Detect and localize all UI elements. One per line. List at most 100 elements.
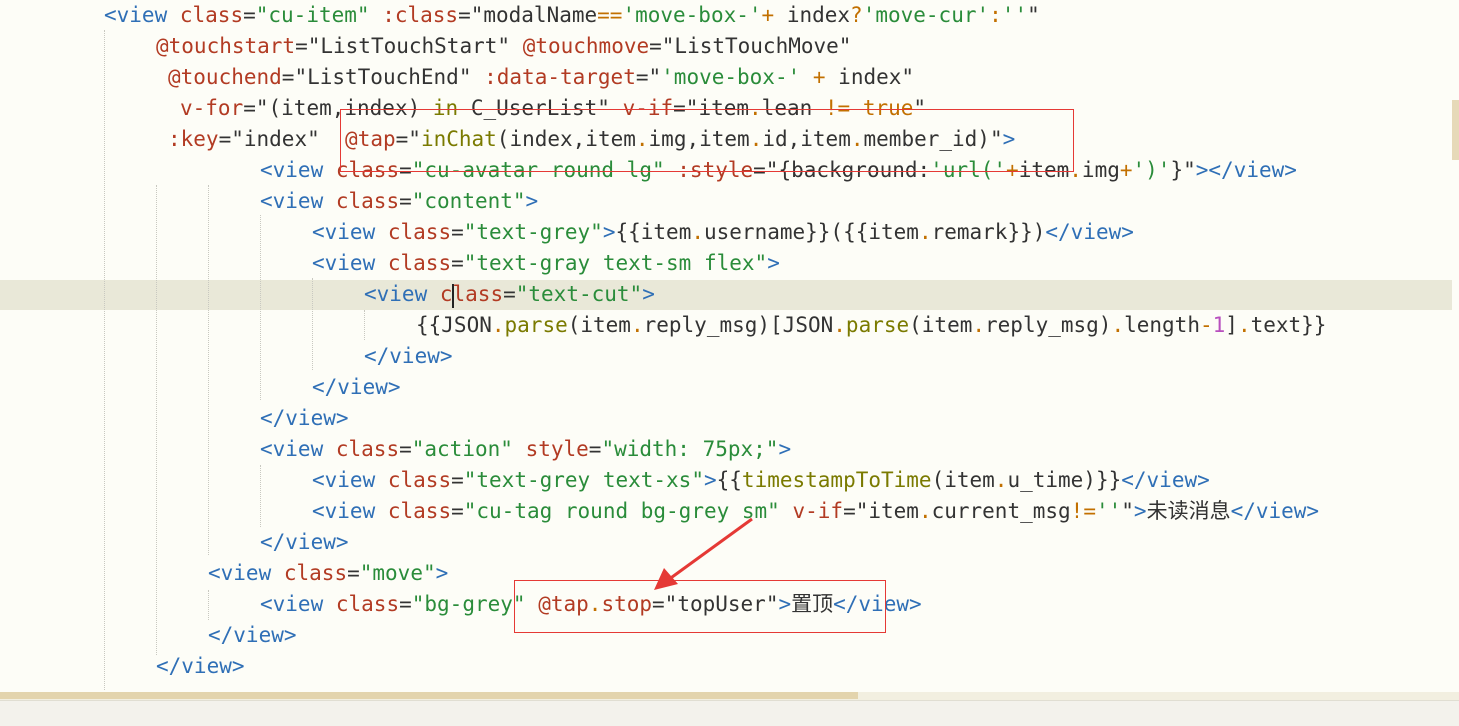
code-token: reply_msg)[JSON: [643, 313, 834, 337]
code-token: {{item: [615, 220, 692, 244]
code-line[interactable]: <view class="cu-item" :class="modalName=…: [104, 0, 1040, 31]
code-line[interactable]: @touchend="ListTouchEnd" :data-target="'…: [168, 62, 914, 93]
code-token: v-if: [792, 499, 844, 523]
code-token: =: [243, 96, 256, 120]
code-token: .: [691, 220, 704, 244]
code-line[interactable]: </view>: [364, 341, 453, 372]
code-token: (item: [931, 468, 995, 492]
code-token: @touchmove: [522, 34, 650, 58]
code-token: "item: [855, 499, 919, 523]
code-token: :data-target: [484, 65, 636, 89]
code-token: (item: [909, 313, 973, 337]
code-token: username}}({{item: [704, 220, 919, 244]
code-token: "text-gray text-sm flex": [463, 251, 768, 275]
code-token: =: [243, 3, 256, 27]
code-token: class: [387, 468, 452, 492]
code-token: >: [642, 282, 655, 306]
code-token: <view: [208, 561, 272, 585]
code-token: parse: [845, 313, 910, 337]
code-token: "text-grey": [463, 220, 603, 244]
code-token: =: [399, 437, 412, 461]
code-token: >: [778, 437, 792, 461]
code-token: </view>: [364, 344, 453, 368]
code-token: 'move-cur': [862, 3, 990, 27]
code-token: :class: [382, 3, 459, 27]
indent-guide: [104, 30, 105, 690]
code-token: '': [1001, 3, 1028, 27]
code-token: ]: [1225, 313, 1238, 337]
code-line[interactable]: </view>: [260, 403, 349, 434]
code-token: >: [703, 468, 717, 492]
code-token: >: [767, 251, 780, 275]
code-token: "text-grey text-xs": [463, 468, 704, 492]
code-token: class: [387, 499, 452, 523]
horizontal-scrollbar-thumb[interactable]: [0, 692, 858, 699]
code-token: class: [335, 592, 400, 616]
code-token: 未读消息: [1146, 499, 1231, 523]
code-line[interactable]: <view class="content">: [260, 186, 538, 217]
code-token: ></view>: [1195, 158, 1297, 182]
code-token: +: [800, 65, 839, 89]
status-bar: [0, 700, 1459, 726]
code-token: <view: [260, 158, 324, 182]
code-token: </view>: [260, 406, 349, 430]
code-line[interactable]: {{JSON.parse(item.reply_msg)[JSON.parse(…: [416, 310, 1326, 341]
code-token: style: [525, 437, 589, 461]
code-token: +: [761, 3, 775, 27]
code-token: class: [179, 3, 244, 27]
code-line[interactable]: @touchstart="ListTouchStart" @touchmove=…: [156, 31, 851, 62]
code-token: ": [1027, 3, 1040, 27]
code-token: =: [843, 499, 856, 523]
code-token: <view: [312, 468, 376, 492]
code-token: ?: [850, 3, 863, 27]
code-token: </view>: [156, 654, 245, 678]
code-token: length: [1124, 313, 1200, 337]
code-line[interactable]: <view class="text-gray text-sm flex">: [312, 248, 780, 279]
code-token: class: [335, 189, 400, 213]
code-token: .: [491, 313, 505, 337]
code-token: "cu-item": [255, 3, 370, 27]
code-token: <view: [260, 592, 324, 616]
vertical-scrollbar-thumb[interactable]: [1452, 100, 1459, 160]
code-token: .: [833, 313, 846, 337]
code-line[interactable]: </view>: [260, 527, 349, 558]
code-token: {{JSON: [416, 313, 492, 337]
code-token: 'move-box-': [661, 65, 801, 89]
code-token: =: [451, 220, 464, 244]
code-token: ": [1121, 499, 1134, 523]
code-token: "move": [359, 561, 436, 585]
code-line[interactable]: </view>: [156, 651, 245, 682]
indent-guide: [260, 465, 261, 527]
code-token: timestampToTime: [741, 468, 932, 492]
code-token: </view>: [312, 375, 401, 399]
code-editor[interactable]: <view class="cu-item" :class="modalName=…: [0, 0, 1459, 726]
code-line[interactable]: <view class="text-grey">{{item.username}…: [312, 217, 1134, 248]
code-token: -: [1199, 313, 1213, 337]
code-token: </view>: [260, 530, 349, 554]
code-line[interactable]: <view class="move">: [208, 558, 448, 589]
code-line[interactable]: </view>: [208, 620, 297, 651]
code-token: {{: [716, 468, 742, 492]
code-token: =: [347, 561, 360, 585]
code-line[interactable]: <view class="text-grey text-xs">{{timest…: [312, 465, 1210, 496]
code-token: <view: [312, 251, 376, 275]
code-token: ')': [1132, 158, 1171, 182]
code-token: class: [387, 220, 452, 244]
code-line[interactable]: </view>: [312, 372, 401, 403]
indent-guide: [208, 590, 209, 620]
code-line[interactable]: <view class="cu-tag round bg-grey sm" v-…: [312, 496, 1319, 527]
code-line[interactable]: <view class="text-cut">: [364, 279, 655, 310]
code-line[interactable]: <view class="action" style="width: 75px;…: [260, 434, 791, 465]
code-token: class: [335, 437, 400, 461]
code-token: remark}}): [931, 220, 1046, 244]
code-token: >: [602, 220, 616, 244]
code-token: =: [281, 65, 295, 89]
code-token: !=: [1070, 499, 1096, 523]
code-token: .: [994, 468, 1008, 492]
code-token: =: [503, 282, 516, 306]
